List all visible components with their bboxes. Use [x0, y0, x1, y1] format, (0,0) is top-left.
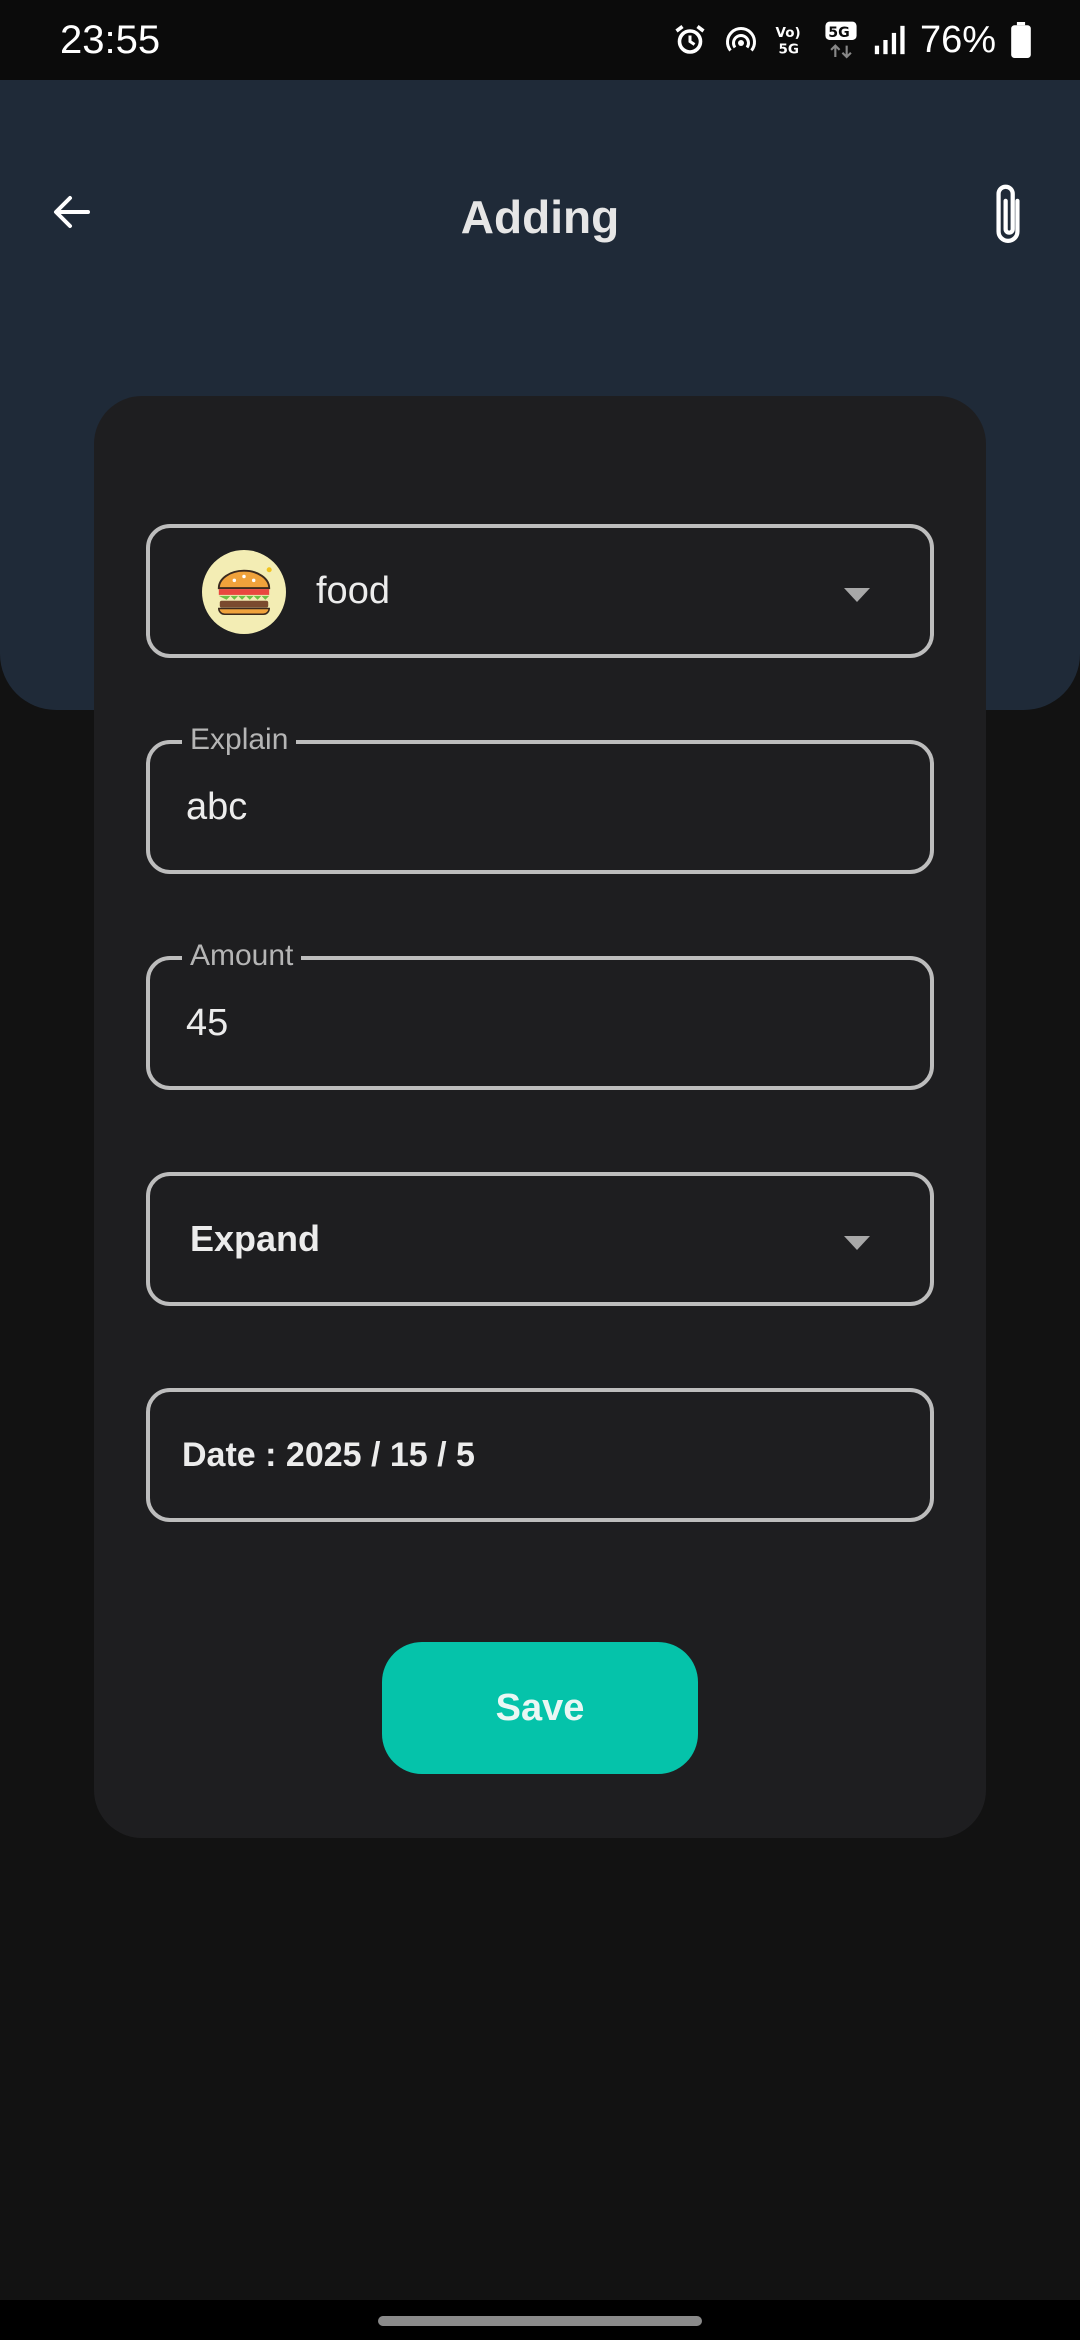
form-card: food Explain abc Amount 45 Expand Date :… [94, 396, 986, 1838]
status-time: 23:55 [60, 17, 161, 62]
date-picker[interactable]: Date : 2025 / 15 / 5 [146, 1388, 934, 1522]
alarm-icon [672, 22, 708, 58]
date-text: Date : 2025 / 15 / 5 [182, 1436, 475, 1474]
page-title: Adding [460, 191, 620, 243]
paperclip-icon [996, 184, 1020, 244]
battery-percent: 76% [919, 18, 996, 61]
explain-field[interactable]: Explain abc [146, 720, 934, 874]
amount-label: Amount [182, 936, 302, 976]
5g-data-icon: 5G [824, 20, 858, 60]
home-indicator[interactable] [378, 2316, 702, 2326]
category-dropdown[interactable]: food [146, 524, 934, 658]
attach-button[interactable] [976, 180, 1040, 250]
type-value: Expand [190, 1218, 321, 1259]
svg-text:5G: 5G [778, 42, 798, 58]
status-bar: 23:55 Vo) 5G 5G 76% [0, 0, 1080, 80]
amount-field[interactable]: Amount 45 [146, 936, 934, 1090]
amount-value: 45 [186, 1002, 229, 1044]
battery-icon [1010, 22, 1032, 58]
hotspot-icon [722, 22, 760, 58]
navigation-bar [0, 2300, 1080, 2340]
category-label: food [316, 570, 390, 612]
svg-text:Vo): Vo) [775, 25, 800, 41]
svg-text:5G: 5G [828, 25, 849, 41]
burger-icon [202, 550, 286, 634]
explain-label: Explain [182, 720, 297, 760]
explain-value: abc [186, 786, 248, 828]
screen: 23:55 Vo) 5G 5G 76% Adding food Explain … [0, 0, 1080, 2340]
chevron-down-icon [844, 588, 870, 602]
volte-5g-icon: Vo) 5G [774, 22, 810, 58]
status-icons: Vo) 5G 5G 76% [672, 19, 1032, 62]
signal-icon [872, 23, 906, 57]
type-dropdown[interactable]: Expand [146, 1172, 934, 1306]
save-button[interactable]: Save [382, 1642, 698, 1774]
chevron-down-icon [844, 1236, 870, 1250]
